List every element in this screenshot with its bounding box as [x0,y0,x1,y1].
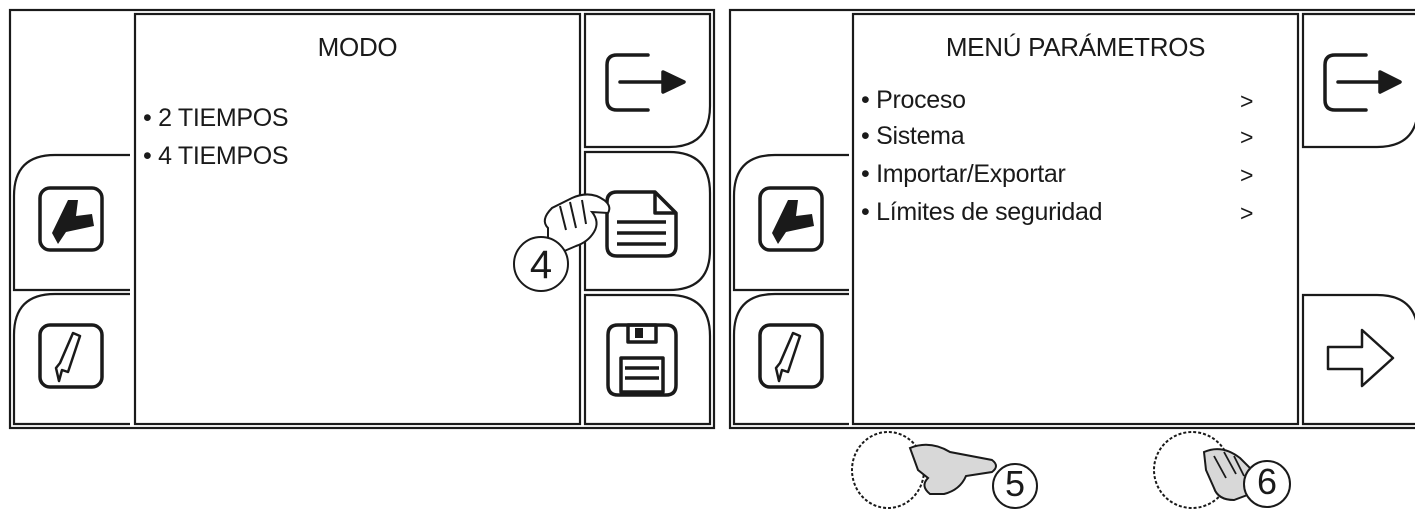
screen-2-rotary-knob-icon[interactable] [1153,431,1259,509]
menu-item-proceso-chevron: > [1240,88,1254,114]
screen-2-torch-icon[interactable] [758,186,824,252]
screen-2-title: MENÚ PARÁMETROS [945,32,1206,62]
screen-2-gun-icon[interactable] [758,323,824,389]
mode-option-2t[interactable]: • 2 TIEMPOS [143,106,289,131]
screen-1-title: MODO [317,32,398,62]
mode-option-4t[interactable]: • 4 TIEMPOS [143,144,289,169]
menu-item-proceso[interactable]: • Proceso [861,88,966,113]
menu-item-importar-exportar-chevron: > [1240,162,1254,188]
screen-2-exit-arrow-icon[interactable] [1323,53,1402,112]
screen-1-display [133,12,582,426]
menu-item-importar-exportar[interactable]: • Importar/Exportar [861,162,1066,187]
callout-5-label: 5 [1004,463,1026,504]
menu-item-sistema-chevron: > [1240,124,1254,150]
exit-arrow-icon[interactable] [605,53,686,112]
next-arrow-icon[interactable] [1326,328,1395,388]
document-menu-icon[interactable] [605,190,678,258]
menu-item-limites-seguridad-chevron: > [1240,200,1254,226]
menu-item-sistema[interactable]: • Sistema [861,124,965,149]
menu-item-limites-seguridad[interactable]: • Límites de seguridad [861,200,1102,225]
floppy-disk-icon[interactable] [606,323,678,397]
diagram-canvas [8,8,1415,509]
trigger-gun-icon[interactable] [38,323,104,389]
callout-6-label: 6 [1256,461,1278,502]
welding-torch-icon[interactable] [38,186,104,252]
screen-2-right-button-3-frame[interactable] [1301,293,1415,426]
rotary-knob-icon[interactable] [851,431,997,509]
callout-4-label: 4 [529,243,553,287]
